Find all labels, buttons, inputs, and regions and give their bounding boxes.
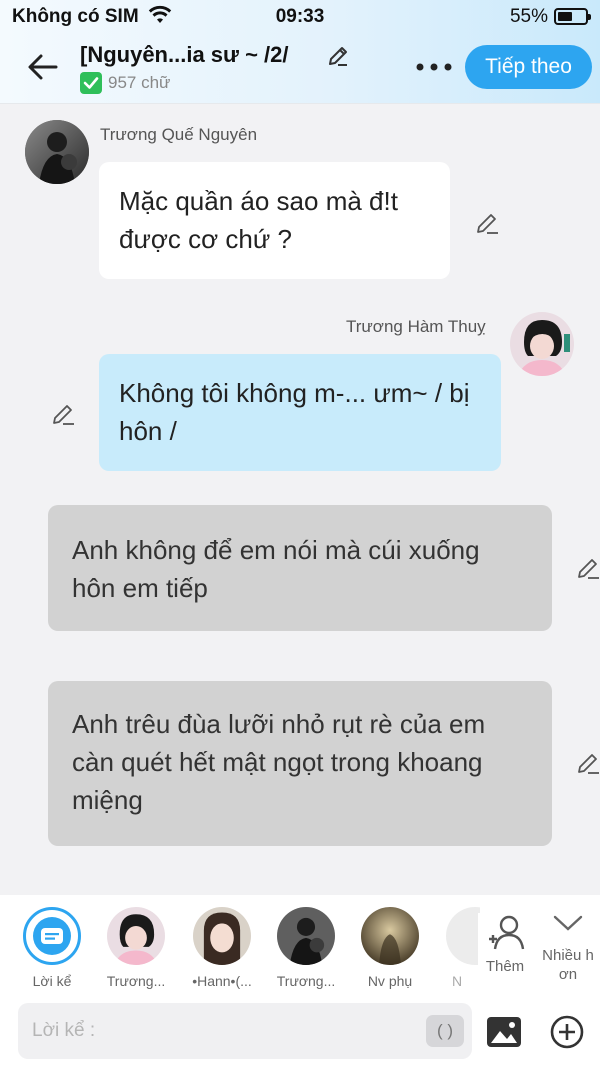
character-label: Nv phụ [367, 973, 413, 989]
character-label: Trương... [276, 973, 336, 989]
check-icon [80, 72, 102, 94]
narration-bubble[interactable]: Anh trêu đùa lưỡi nhỏ rụt rè của em càn … [48, 681, 552, 846]
narration-icon [23, 907, 81, 965]
avatar-image [510, 312, 574, 376]
character-label: N [452, 973, 463, 989]
avatar [107, 907, 165, 965]
character-narration[interactable]: Lời kể [12, 907, 92, 989]
character-label: •Hann•(... [192, 973, 252, 989]
message-bubble[interactable]: Không tôi không m-... ưm~ / bị hôn / [99, 354, 501, 471]
word-count-label: 957 chữ [108, 73, 171, 92]
character-nv-phu[interactable]: Nv phụ [350, 907, 430, 989]
more-characters-label: Nhiều h ơn [542, 947, 594, 983]
character-truong-1[interactable]: Trương... [96, 907, 176, 989]
narration-bubble[interactable]: Anh không để em nói mà cúi xuống hôn em … [48, 505, 552, 631]
word-count: 957 chữ [80, 72, 170, 94]
battery-icon [554, 8, 591, 25]
header: Không có SIM 09:33 55% [Nguyên...ia sư ~… [0, 0, 600, 104]
battery-percent: 55% [509, 6, 548, 27]
back-arrow-icon[interactable] [26, 50, 60, 84]
parentheses-button[interactable]: ( ) [426, 1015, 464, 1047]
avatar-truong-ham-thuy[interactable] [510, 312, 574, 376]
next-button[interactable]: Tiếp theo [465, 45, 592, 89]
edit-message-icon[interactable] [474, 210, 500, 236]
speaker-name: Trương Hàm Thuỵ [346, 317, 486, 336]
add-user-icon [489, 915, 525, 950]
character-hann[interactable]: •Hann•(... [182, 907, 262, 989]
edit-message-icon[interactable] [50, 401, 76, 427]
avatar [361, 907, 419, 965]
character-label: Lời kể [32, 973, 72, 989]
message-bubble[interactable]: Mặc quần áo sao mà đ!t được cơ chứ ? [99, 162, 450, 279]
add-icon[interactable] [550, 1015, 584, 1049]
edit-title-icon[interactable] [326, 44, 350, 68]
speaker-name: Trương Quế Nguyên [100, 125, 258, 144]
avatar [193, 907, 251, 965]
avatar [277, 907, 335, 965]
avatar-image [25, 120, 89, 184]
character-label: Trương... [106, 973, 166, 989]
character-truong-2[interactable]: Trương... [266, 907, 346, 989]
avatar [446, 907, 480, 965]
character-partial[interactable]: N [420, 907, 480, 989]
status-bar: Không có SIM 09:33 55% [0, 0, 600, 34]
add-character-label: Thêm [485, 958, 525, 975]
input-placeholder: Lời kể : [32, 1020, 96, 1041]
avatar-truong-que-nguyen[interactable] [25, 120, 89, 184]
more-options-icon[interactable] [415, 60, 455, 74]
message-input[interactable]: Lời kể : ( ) [18, 1003, 472, 1059]
chevron-down-icon [553, 915, 583, 931]
more-characters-button[interactable]: Nhiều h ơn [538, 913, 598, 984]
story-title[interactable]: [Nguyên...ia sư ~ /2/ [80, 42, 289, 68]
image-icon[interactable] [486, 1015, 522, 1049]
edit-message-icon[interactable] [575, 750, 600, 776]
add-character-button[interactable]: Thêm [478, 913, 532, 975]
edit-message-icon[interactable] [575, 555, 600, 581]
